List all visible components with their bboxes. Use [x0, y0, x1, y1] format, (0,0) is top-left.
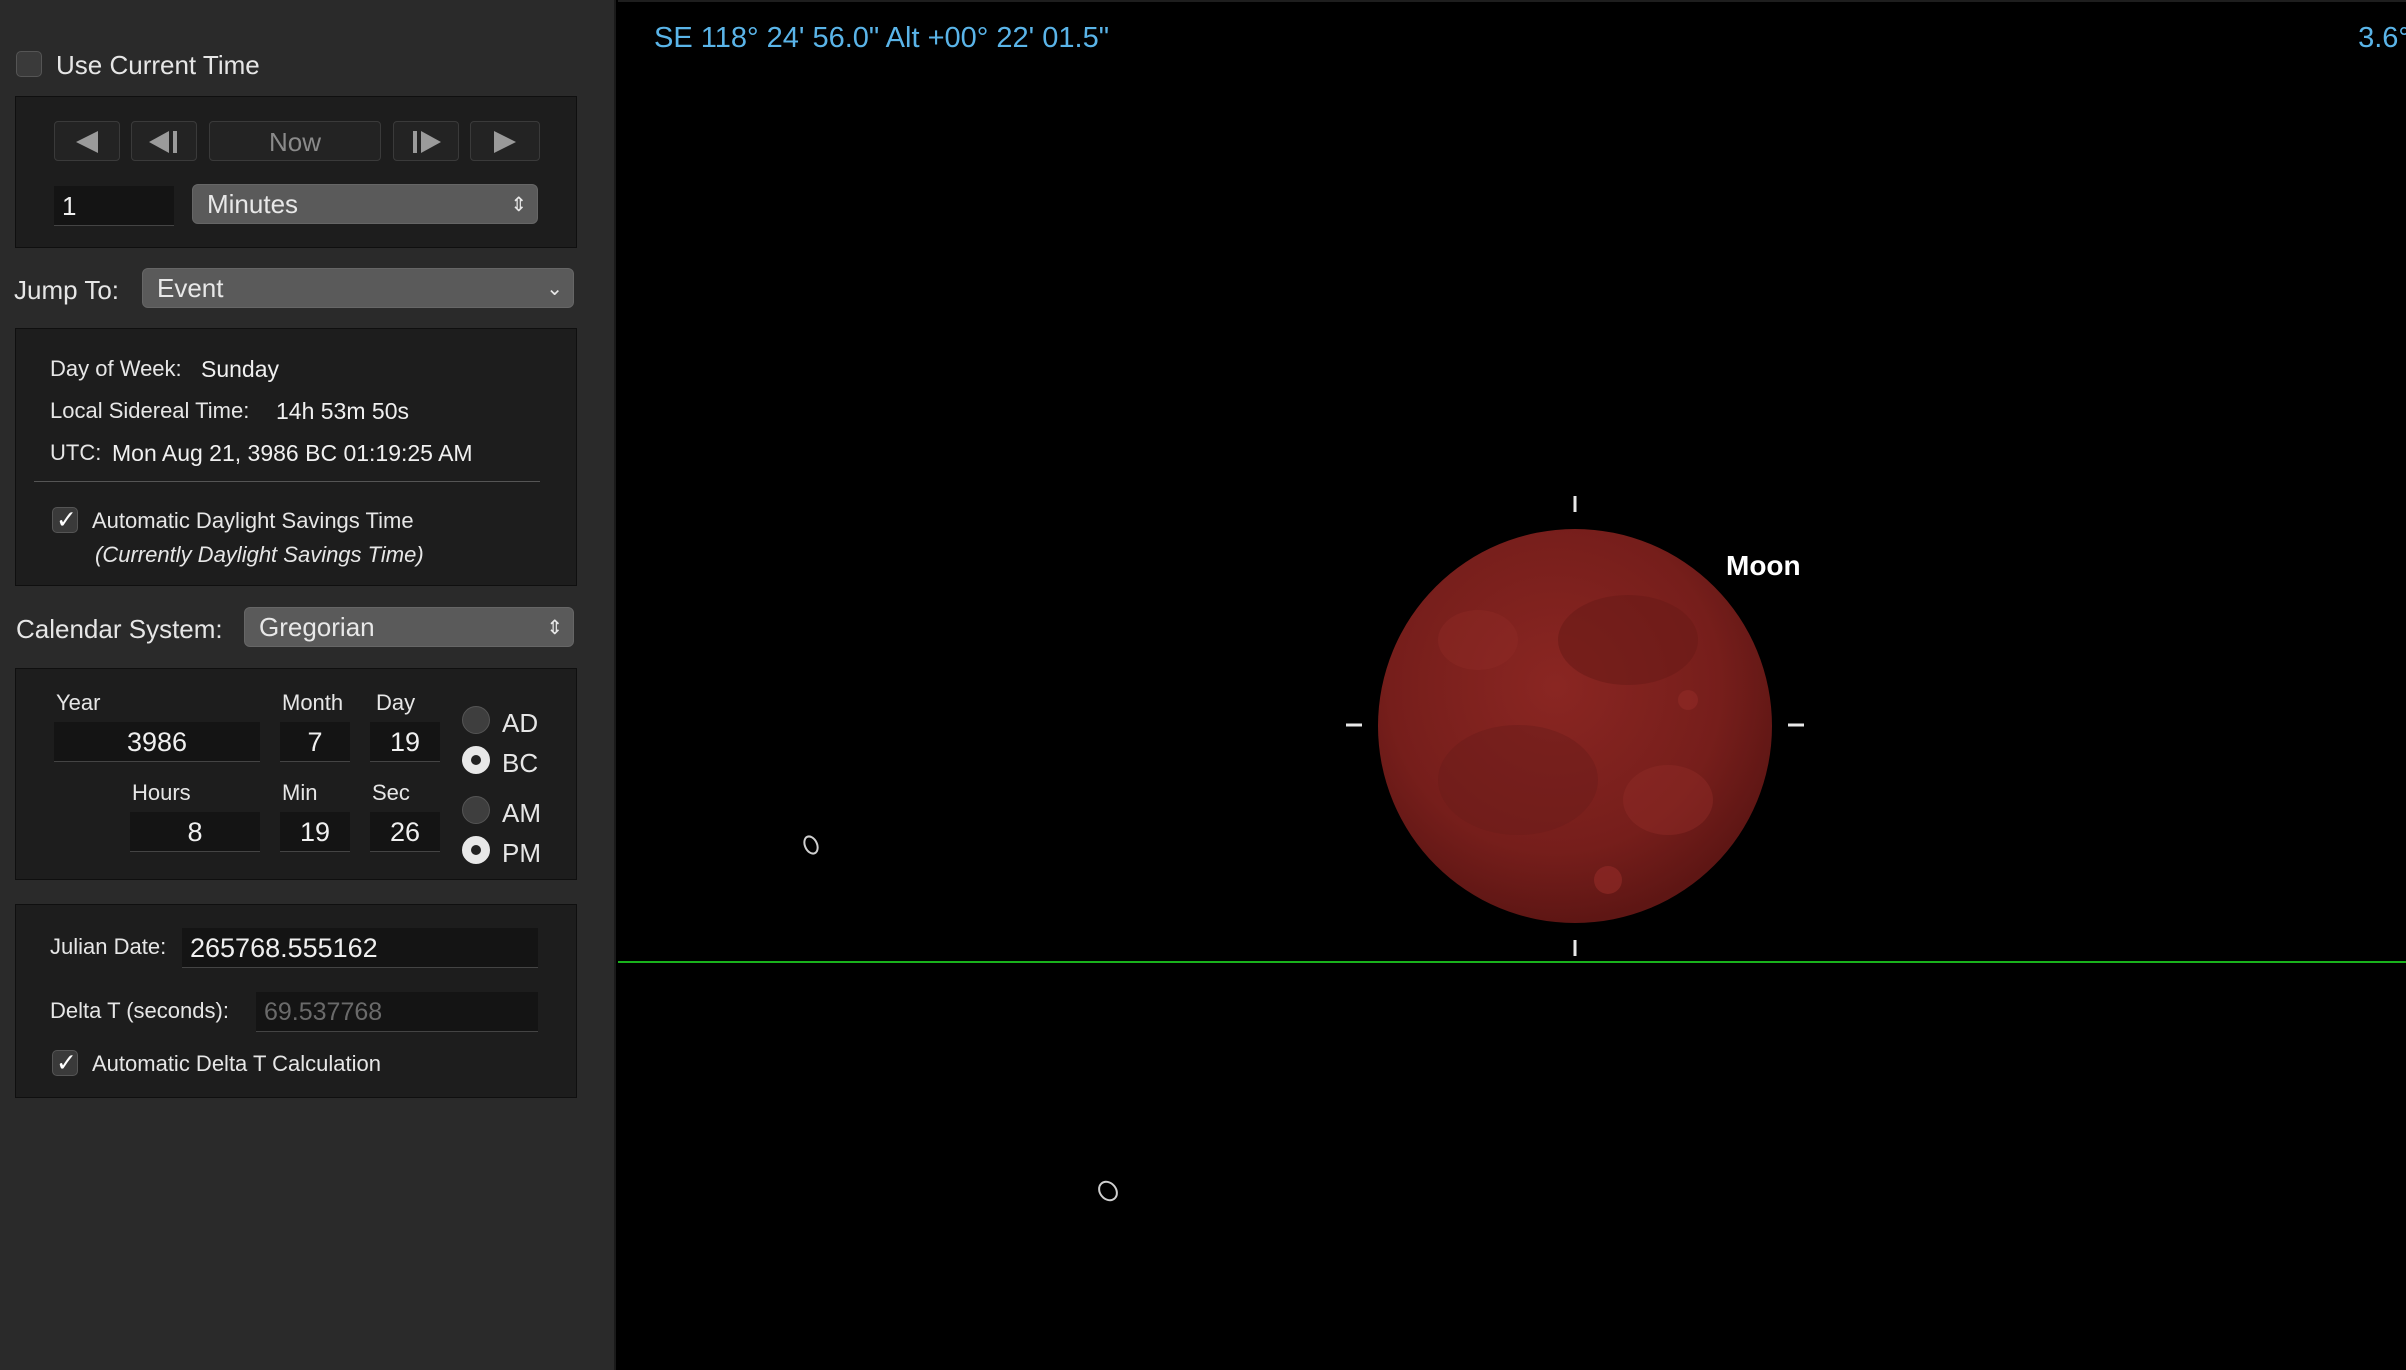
pm-radio[interactable] [462, 836, 490, 864]
month-label: Month [282, 690, 344, 715]
use-current-time-checkbox[interactable] [16, 51, 42, 77]
ad-radio[interactable] [462, 706, 490, 734]
day-label: Day [376, 690, 416, 715]
frame-back-button[interactable] [131, 121, 197, 161]
frame-forward-icon [413, 131, 441, 153]
min-input[interactable]: 19 [280, 812, 350, 852]
ad-label: AD [502, 708, 539, 738]
hours-label: Hours [132, 780, 191, 805]
jump-to-label: Jump To: [14, 275, 120, 305]
auto-delta-t-checkbox[interactable] [52, 1048, 78, 1077]
use-current-time-label: Use Current Time [56, 50, 260, 80]
year-input[interactable]: 3986 [54, 722, 260, 762]
calendar-system-select[interactable]: Gregorian ⇕ [244, 607, 574, 647]
day-of-week-label: Day of Week: [50, 356, 182, 381]
horizon-line [618, 961, 2406, 963]
am-label: AM [502, 798, 541, 828]
utc-label: UTC: [50, 440, 102, 465]
julian-date-input[interactable]: 265768.555162 [182, 928, 538, 968]
julian-date-label: Julian Date: [50, 934, 167, 959]
jump-to-value: Event [157, 273, 224, 303]
step-value-input[interactable]: 1 [54, 186, 174, 226]
month-input[interactable]: 7 [280, 722, 350, 762]
calendar-system-label: Calendar System: [16, 614, 223, 644]
now-button[interactable]: Now [209, 121, 381, 161]
chevron-updown-icon: ⇕ [546, 615, 563, 639]
bc-label: BC [502, 748, 539, 778]
sky-canvas [802, 496, 1804, 1204]
chevron-down-icon: ⌄ [546, 276, 563, 300]
delta-t-input[interactable]: 69.537768 [256, 992, 538, 1032]
step-back-button[interactable] [54, 121, 120, 161]
year-label: Year [56, 690, 101, 715]
step-forward-icon [494, 131, 516, 153]
am-radio[interactable] [462, 796, 490, 824]
min-label: Min [282, 780, 318, 805]
day-of-week-value: Sunday [201, 356, 280, 382]
bc-radio[interactable] [462, 746, 490, 774]
day-input[interactable]: 19 [370, 722, 440, 762]
sec-input[interactable]: 26 [370, 812, 440, 852]
auto-dst-checkbox[interactable] [52, 505, 78, 534]
step-unit-select[interactable]: Minutes ⇕ [192, 184, 538, 224]
frame-forward-button[interactable] [393, 121, 459, 161]
frame-back-icon [149, 131, 177, 153]
utc-value: Mon Aug 21, 3986 BC 01:19:25 AM [112, 440, 473, 466]
lst-value: 14h 53m 50s [276, 398, 409, 424]
moon[interactable] [1378, 529, 1798, 923]
auto-dst-label: Automatic Daylight Savings Time [92, 508, 414, 533]
delta-t-label: Delta T (seconds): [50, 998, 229, 1023]
deep-sky-object-marker[interactable] [802, 834, 820, 855]
dst-note: (Currently Daylight Savings Time) [95, 542, 424, 567]
lst-label: Local Sidereal Time: [50, 398, 250, 423]
deep-sky-object-marker[interactable] [1095, 1178, 1120, 1204]
time-panel: Use Current Time Now 1 Minutes ⇕ Jump To… [0, 0, 616, 1370]
sec-label: Sec [372, 780, 410, 805]
moon-label: Moon [1726, 550, 1801, 581]
divider [34, 481, 540, 482]
auto-delta-t-label: Automatic Delta T Calculation [92, 1051, 381, 1076]
chevron-updown-icon: ⇕ [510, 192, 527, 216]
jump-to-select[interactable]: Event ⌄ [142, 268, 574, 308]
sky-view[interactable]: SE 118° 24' 56.0" Alt +00° 22' 01.5" 3.6… [618, 0, 2406, 1370]
hours-input[interactable]: 8 [130, 812, 260, 852]
calendar-system-value: Gregorian [259, 612, 375, 642]
step-forward-button[interactable] [470, 121, 540, 161]
step-unit-value: Minutes [207, 189, 299, 219]
step-back-icon [76, 131, 98, 153]
pm-label: PM [502, 838, 541, 868]
